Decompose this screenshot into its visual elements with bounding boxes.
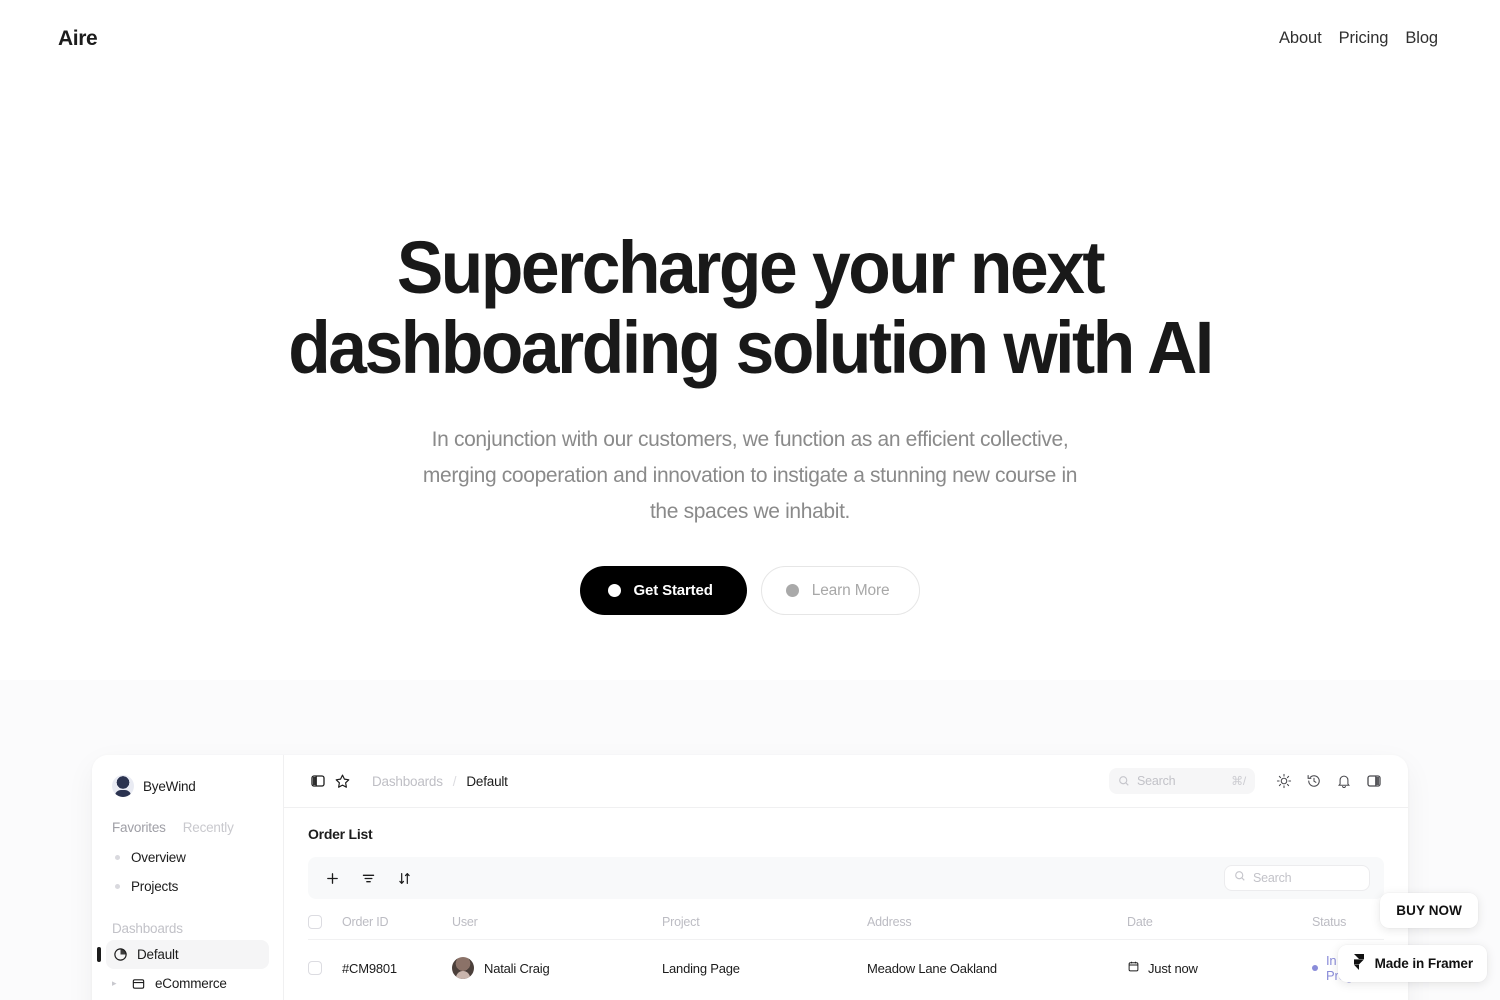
select-all-header (308, 901, 342, 940)
global-search-input[interactable]: Search ⌘/ (1109, 768, 1255, 794)
sidebar-item-label: eCommerce (155, 976, 227, 991)
cell-user-name: Natali Craig (484, 960, 550, 976)
tab-recently[interactable]: Recently (183, 820, 234, 835)
breadcrumb: Dashboards / Default (372, 774, 508, 789)
dashboard-content: Order List Search Order ID User Project … (284, 808, 1408, 1000)
site-header: Aire About Pricing Blog (0, 0, 1500, 77)
cell-project: Landing Page (662, 960, 740, 976)
made-in-framer-label: Made in Framer (1374, 956, 1473, 971)
sidebar-toggle-icon[interactable] (305, 769, 330, 794)
cell-date-value: Just now (1148, 960, 1198, 976)
status-dot-icon (1312, 965, 1318, 971)
nav-link-about[interactable]: About (1275, 27, 1326, 50)
add-icon[interactable] (322, 868, 342, 888)
theme-toggle-sun-icon[interactable] (1271, 768, 1297, 794)
order-search-input[interactable]: Search (1224, 865, 1370, 891)
star-icon[interactable] (330, 769, 355, 794)
right-panel-toggle-icon[interactable] (1361, 768, 1387, 794)
tab-favorites[interactable]: Favorites (112, 820, 166, 835)
panel-title: Order List (308, 826, 373, 842)
breadcrumb-current[interactable]: Default (466, 774, 508, 789)
get-started-button[interactable]: Get Started (579, 566, 747, 615)
row-select-cell (308, 940, 342, 984)
sort-icon[interactable] (394, 868, 414, 888)
get-started-label: Get Started (633, 582, 713, 599)
shopping-bag-icon (130, 975, 147, 992)
search-shortcut-hint: ⌘/ (1231, 774, 1246, 788)
avatar (112, 775, 134, 797)
breadcrumb-separator: / (452, 773, 457, 789)
search-icon (1234, 869, 1246, 887)
order-table-head: Order ID User Project Address Date Statu… (308, 901, 1384, 940)
order-table: Order ID User Project Address Date Statu… (308, 901, 1384, 983)
cell-address: Meadow Lane Oakland (867, 960, 997, 976)
page-title: Supercharge your next dashboarding solut… (288, 226, 1214, 389)
breadcrumb-root[interactable]: Dashboards (372, 774, 443, 789)
select-all-checkbox[interactable] (308, 915, 322, 929)
framer-logo-icon (1352, 954, 1366, 973)
bell-icon[interactable] (1331, 768, 1357, 794)
column-header-user[interactable]: User (452, 901, 662, 940)
sidebar-item-label: Overview (131, 850, 186, 865)
hero-section: Supercharge your next dashboarding solut… (0, 77, 1500, 680)
made-in-framer-badge[interactable]: Made in Framer (1337, 945, 1487, 982)
column-header-order-id[interactable]: Order ID (342, 901, 452, 940)
sidebar-item-overview[interactable]: Overview (106, 843, 269, 872)
sidebar-user[interactable]: ByeWind (106, 771, 269, 801)
dashboard-topbar: Dashboards / Default Search ⌘/ (284, 755, 1408, 808)
order-search-placeholder: Search (1253, 871, 1292, 885)
circle-dot-icon (607, 584, 621, 597)
row-checkbox[interactable] (308, 961, 322, 975)
sidebar-item-projects[interactable]: Projects (106, 872, 269, 901)
bullet-icon (115, 855, 120, 860)
hero-cta-group: Get Started Learn More (579, 566, 921, 615)
filter-icon[interactable] (358, 868, 378, 888)
table-header-row: Order ID User Project Address Date Statu… (308, 901, 1384, 940)
cell-date: Just now (1127, 940, 1312, 984)
buy-now-button[interactable]: BUY NOW (1380, 893, 1478, 928)
calendar-icon (1127, 960, 1140, 976)
cell-user: Natali Craig (452, 940, 662, 984)
nav-link-pricing[interactable]: Pricing (1335, 27, 1393, 50)
sidebar-section-label: Dashboards (112, 921, 183, 936)
topbar-actions: Search ⌘/ (1109, 768, 1387, 794)
history-icon[interactable] (1301, 768, 1327, 794)
brand-logo[interactable]: Aire (58, 27, 98, 51)
nav-link-blog[interactable]: Blog (1401, 27, 1442, 50)
cell-order-id: #CM9801 (342, 960, 397, 976)
sidebar-item-ecommerce[interactable]: ▸ eCommerce (106, 969, 269, 998)
sidebar-tab-group: Favorites Recently (106, 820, 269, 835)
table-row[interactable]: #CM9801 Natali Craig Landing Page Meadow… (308, 940, 1384, 984)
dashboard-preview: ByeWind Favorites Recently Overview Proj… (92, 755, 1408, 1000)
landing-page: Aire About Pricing Blog Supercharge your… (0, 0, 1500, 1000)
dashboard-main: Dashboards / Default Search ⌘/ Order Lis… (284, 755, 1408, 1000)
order-list-toolbar: Search (308, 857, 1384, 899)
learn-more-button[interactable]: Learn More (760, 566, 921, 615)
column-header-date[interactable]: Date (1127, 901, 1312, 940)
sidebar-item-label: Default (137, 947, 179, 962)
main-navigation: About Pricing Blog (1275, 27, 1442, 50)
dashboard-sidebar: ByeWind Favorites Recently Overview Proj… (92, 755, 284, 1000)
product-showcase-section: ByeWind Favorites Recently Overview Proj… (0, 680, 1500, 1000)
circle-dot-icon (785, 584, 799, 597)
global-search-placeholder: Search (1137, 774, 1176, 788)
order-table-body: #CM9801 Natali Craig Landing Page Meadow… (308, 940, 1384, 984)
column-header-project[interactable]: Project (662, 901, 867, 940)
avatar (452, 957, 474, 979)
chevron-right-icon: ▸ (112, 978, 117, 988)
sidebar-user-name: ByeWind (143, 778, 196, 794)
pie-chart-icon (112, 946, 129, 963)
column-header-address[interactable]: Address (867, 901, 1127, 940)
column-header-status[interactable]: Status (1312, 901, 1384, 940)
search-icon (1118, 775, 1130, 787)
sidebar-item-default[interactable]: Default (97, 940, 269, 969)
bullet-icon (115, 884, 120, 889)
sidebar-item-label: Projects (131, 879, 179, 894)
hero-subtitle: In conjunction with our customers, we fu… (422, 428, 1078, 523)
learn-more-label: Learn More (811, 581, 890, 599)
